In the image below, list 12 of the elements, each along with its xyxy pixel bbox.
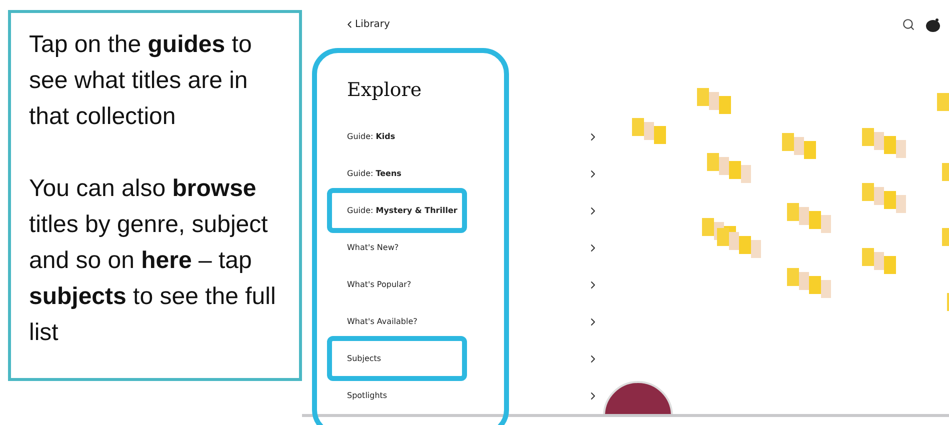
explore-item[interactable]: Guide: Mystery & Thriller — [347, 206, 458, 215]
explore-item[interactable]: Guide: Teens — [347, 169, 402, 178]
instruction-text: Tap on the guides to see what titles are in that collection — [29, 30, 253, 132]
instruction-text: You can also browse titles by genre, subject and so on here – tap subjects to see the full list — [29, 174, 277, 348]
explore-item[interactable]: What's Available? — [347, 317, 418, 326]
explore-item[interactable]: Subjects — [347, 354, 382, 363]
explore-item[interactable]: Guide: Kids — [347, 132, 396, 141]
back-link[interactable]: Library — [344, 19, 390, 30]
explore-heading: Explore — [346, 79, 423, 101]
explore-item[interactable]: Spotlights — [347, 391, 388, 400]
explore-item[interactable]: What's Popular? — [347, 280, 412, 289]
explore-item[interactable]: What's New? — [347, 243, 399, 252]
